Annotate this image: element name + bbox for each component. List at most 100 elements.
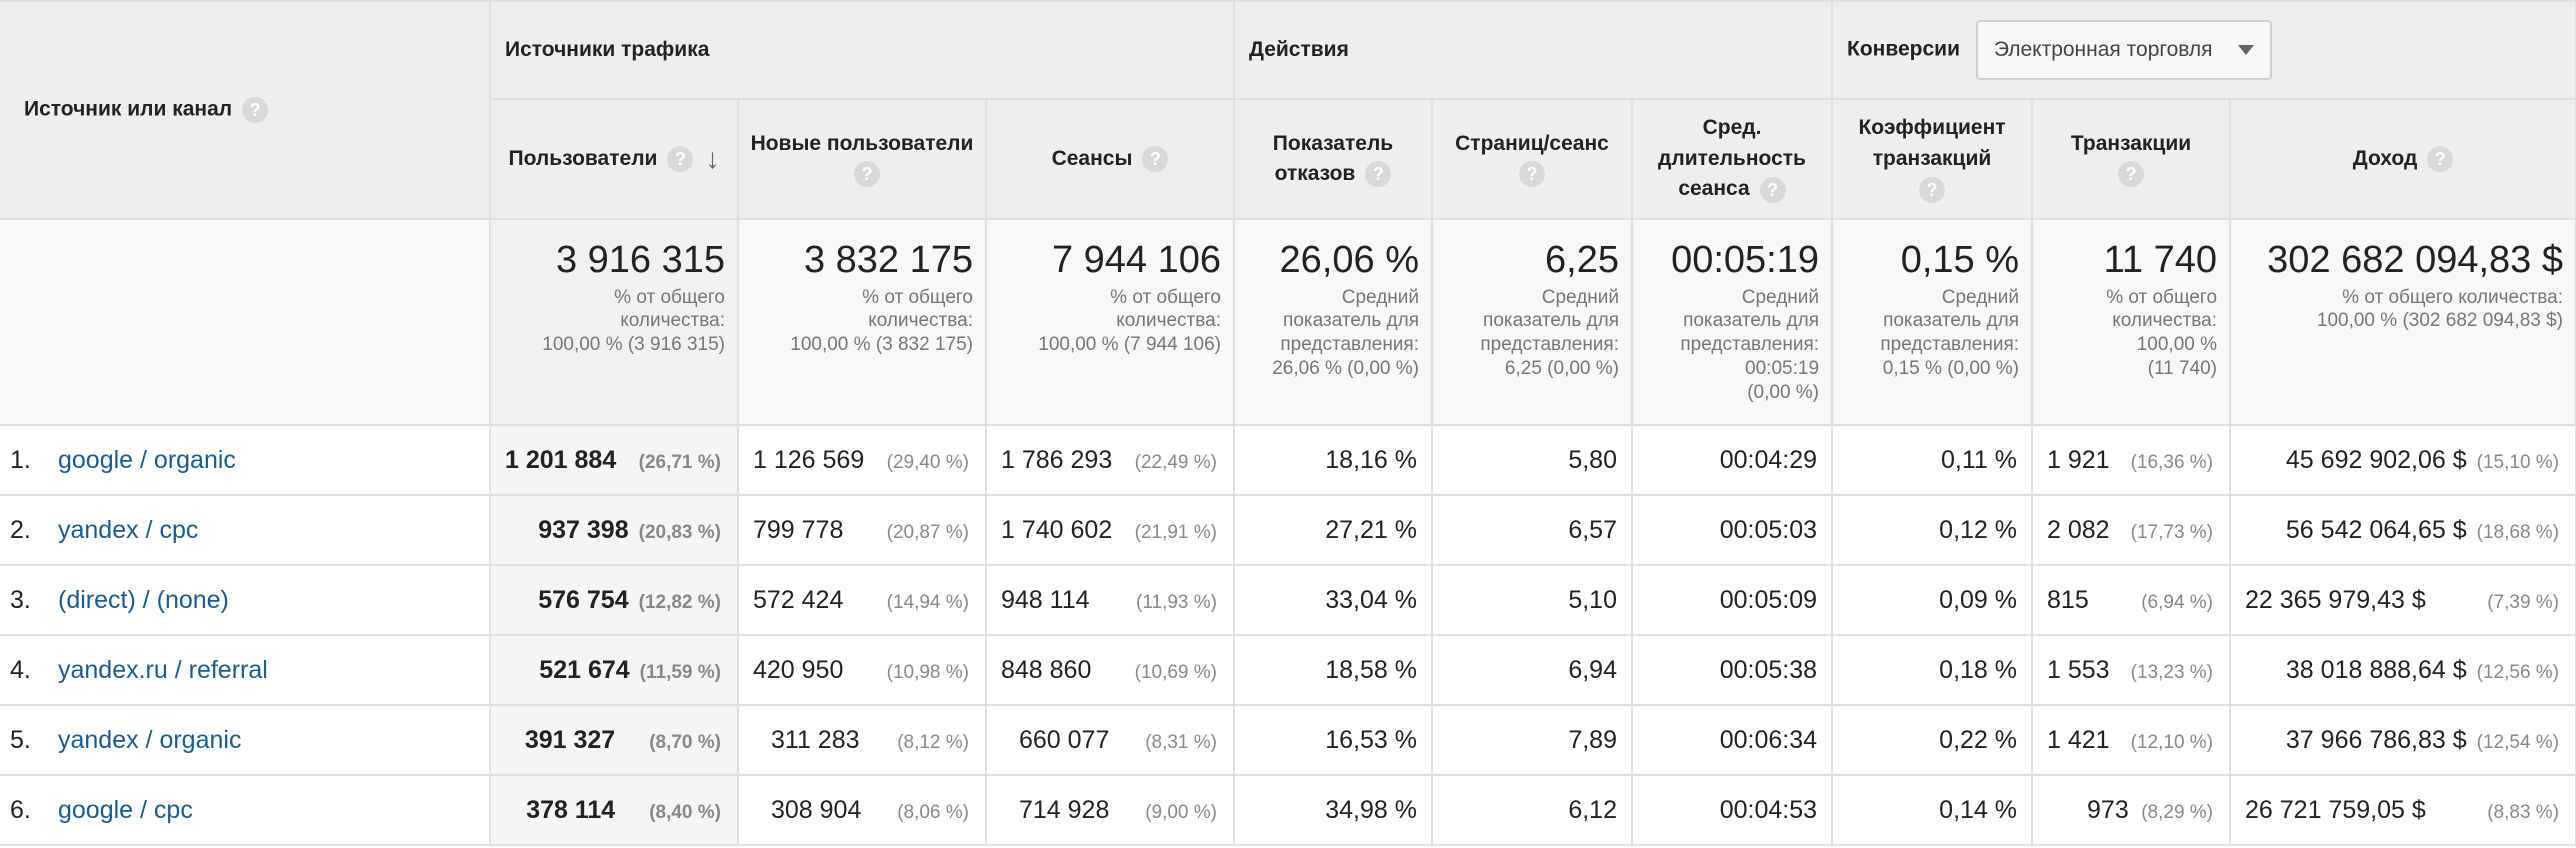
total-bounce-note: 26,06 % (0,00 %) — [1272, 357, 1419, 379]
conv-rate-cell: 0,14 % — [1831, 774, 2034, 846]
source-cell: 6. google / cpc — [0, 774, 491, 846]
source-cell: 3. (direct) / (none) — [0, 564, 491, 636]
new-users-value: 308 904 — [771, 795, 862, 824]
users-pct: (20,83 %) — [638, 521, 721, 543]
col-header-sessions[interactable]: Сеансы? — [985, 98, 1235, 220]
conversion-type-select[interactable]: Электронная торговля — [1975, 20, 2272, 80]
help-icon[interactable]: ? — [1759, 176, 1786, 203]
new-users-cell: 311 283 (8,12 %) — [737, 704, 987, 776]
total-new-users-note: количества: — [868, 310, 973, 332]
source-cell: 4. yandex.ru / referral — [0, 634, 491, 706]
users-pct: (26,71 %) — [638, 451, 721, 473]
duration-cell: 00:04:53 — [1630, 774, 1834, 846]
new-users-value: 420 950 — [753, 655, 844, 684]
pages-cell: 5,10 — [1431, 564, 1633, 636]
help-icon[interactable]: ? — [854, 161, 880, 188]
col-header-transactions[interactable]: Транзакции? — [2031, 98, 2232, 220]
help-icon[interactable]: ? — [2427, 146, 2454, 173]
group-conversions: Конверсии Электронная торговля — [1831, 0, 2576, 100]
new-users-value: 572 424 — [753, 585, 844, 614]
table-row: 4. yandex.ru / referral 521 674 (11,59 %) … — [0, 634, 2576, 706]
col-header-revenue[interactable]: Доход? — [2229, 98, 2576, 220]
total-bounce-value: 26,06 % — [1279, 239, 1419, 281]
report-table: Источник или канал? Источники трафика Де… — [0, 0, 2576, 846]
total-revenue-note: 100,00 % (302 682 094,83 $) — [2316, 310, 2564, 332]
col-header-new-users[interactable]: Новые пользователи? — [737, 98, 987, 220]
help-icon[interactable]: ? — [1142, 146, 1169, 173]
col-header-conv-rate[interactable]: Коэффициент транзакций? — [1831, 98, 2034, 220]
duration-cell: 00:06:34 — [1630, 704, 1834, 776]
source-column-header[interactable]: Источник или канал? — [0, 0, 491, 220]
total-duration-note: (0,00 %) — [1747, 381, 1820, 403]
transactions-pct: (13,23 %) — [2130, 661, 2214, 683]
total-sessions-note: % от общего — [1110, 286, 1221, 308]
sessions-pct: (21,91 %) — [1134, 521, 1217, 543]
revenue-cell: 45 692 902,06 $ (15,10 %) — [2229, 424, 2576, 496]
chevron-down-icon — [2237, 45, 2254, 55]
row-rank: 3. — [10, 585, 31, 614]
transactions-pct: (8,29 %) — [2141, 801, 2214, 823]
total-transactions-note: (11 740) — [2147, 357, 2218, 379]
table-row: 3. (direct) / (none) 576 754 (12,82 %) 572… — [0, 564, 2576, 636]
total-duration-note: Средний — [1741, 286, 1820, 308]
total-users-value: 3 916 315 — [555, 239, 725, 281]
pages-cell: 6,57 — [1431, 494, 1633, 566]
source-link[interactable]: yandex / organic — [58, 726, 241, 754]
help-icon[interactable]: ? — [242, 97, 269, 123]
revenue-pct: (18,68 %) — [2476, 521, 2560, 543]
source-link[interactable]: yandex / cpc — [58, 516, 198, 544]
revenue-cell: 26 721 759,05 $ (8,83 %) — [2229, 774, 2576, 846]
conv-rate-cell: 0,12 % — [1831, 494, 2034, 566]
col-header-pages[interactable]: Страниц/сеанс? — [1431, 98, 1633, 220]
help-icon[interactable]: ? — [1365, 161, 1392, 188]
help-icon[interactable]: ? — [1519, 161, 1545, 188]
bounce-cell: 16,53 % — [1233, 704, 1433, 776]
source-link[interactable]: google / cpc — [58, 796, 193, 824]
help-icon[interactable]: ? — [667, 146, 694, 172]
transactions-cell: 815 (6,94 %) — [2031, 564, 2232, 636]
header-group-row: Источник или канал? Источники трафика Де… — [0, 0, 2576, 220]
sessions-value: 948 114 — [1001, 585, 1090, 614]
new-users-cell: 308 904 (8,06 %) — [737, 774, 987, 846]
pages-cell: 5,80 — [1431, 424, 1633, 496]
total-revenue-note: % от общего количества: — [2342, 286, 2564, 308]
col-conv-rate-label: Коэффициент транзакций — [1858, 116, 2006, 170]
new-users-value: 1 126 569 — [753, 445, 865, 474]
transactions-value: 2 082 — [2047, 515, 2110, 544]
source-cell: 1. google / organic — [0, 424, 491, 496]
conv-rate-cell: 0,18 % — [1831, 634, 2034, 706]
transactions-value: 973 — [2087, 795, 2129, 824]
group-traffic-label: Источники трафика — [505, 38, 710, 61]
users-value: 576 754 — [538, 585, 629, 614]
source-link[interactable]: (direct) / (none) — [58, 586, 229, 614]
total-sessions-value: 7 944 106 — [1051, 239, 1221, 281]
sessions-cell: 848 860 (10,69 %) — [985, 634, 1235, 706]
total-duration: 00:05:19 Средний показатель для представ… — [1630, 218, 1834, 426]
revenue-pct: (7,39 %) — [2487, 591, 2560, 613]
transactions-cell: 1 921 (16,36 %) — [2031, 424, 2232, 496]
source-link[interactable]: google / organic — [58, 446, 236, 474]
total-bounce-note: представления: — [1280, 334, 1419, 356]
col-header-duration[interactable]: Сред. длительность сеанса? — [1630, 98, 1834, 220]
users-cell: 391 327 (8,70 %) — [489, 704, 739, 776]
table-row: 2. yandex / cpc 937 398 (20,83 %) 799 778 (… — [0, 494, 2576, 566]
source-link[interactable]: yandex.ru / referral — [58, 656, 268, 684]
new-users-pct: (29,40 %) — [886, 451, 969, 473]
total-conv-rate-note: представления: — [1880, 334, 2020, 356]
help-icon[interactable]: ? — [1919, 176, 1946, 203]
col-header-bounce[interactable]: Показатель отказов? — [1233, 98, 1433, 220]
sort-down-arrow-icon[interactable]: ↓ — [705, 139, 719, 180]
transactions-pct: (17,73 %) — [2130, 521, 2214, 543]
col-header-users[interactable]: Пользователи? ↓ — [489, 98, 739, 220]
users-value: 378 114 — [526, 795, 616, 824]
total-duration-note: показатель для — [1683, 310, 1820, 332]
totals-label-cell — [0, 218, 491, 426]
revenue-value: 22 365 979,43 $ — [2245, 585, 2426, 614]
transactions-value: 1 921 — [2047, 445, 2110, 474]
sessions-cell: 1 786 293 (22,49 %) — [985, 424, 1235, 496]
total-conv-rate-note: Средний — [1941, 286, 2020, 308]
total-revenue-value: 302 682 094,83 $ — [2267, 239, 2564, 281]
col-transactions-label: Транзакции — [2070, 131, 2192, 155]
revenue-cell: 56 542 064,65 $ (18,68 %) — [2229, 494, 2576, 566]
help-icon[interactable]: ? — [2118, 161, 2145, 188]
